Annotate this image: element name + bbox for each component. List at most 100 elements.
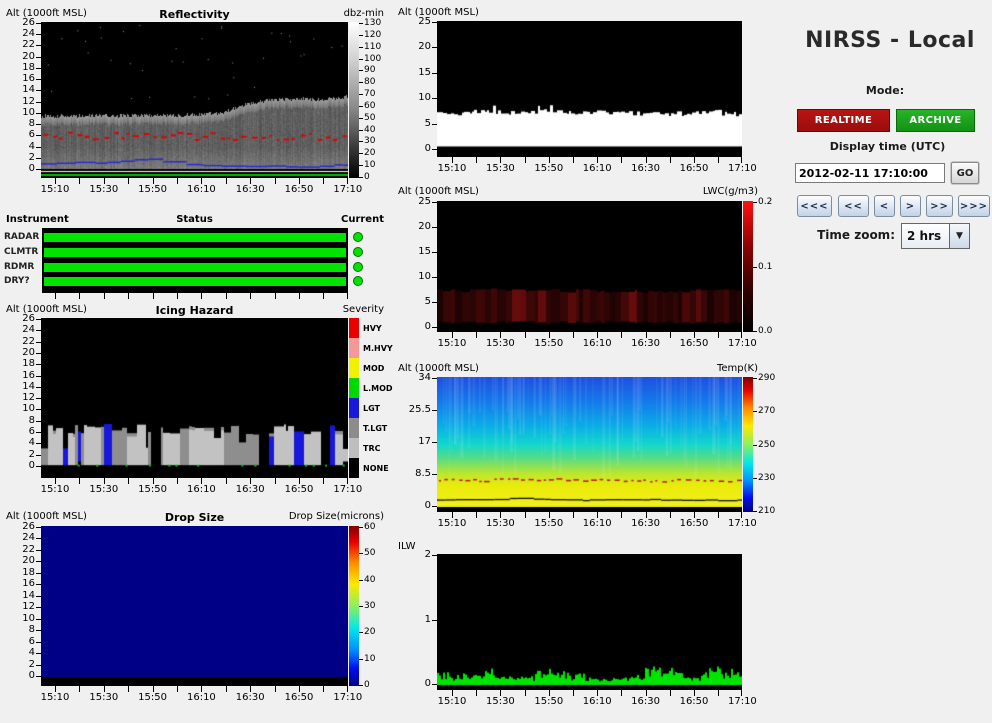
nav-button-3[interactable]: < [874,195,895,217]
y-tick-label: 16 [22,578,35,590]
colorbar-tick [359,70,363,72]
colorbar-tick-label: 0.0 [758,326,773,336]
colorbar-tick-label: 60 [364,522,376,532]
y-tick-label: 0 [28,163,35,174]
severity-segment [349,398,359,418]
x-tick [128,686,130,692]
x-tick [573,512,574,518]
y-tick-label: 2 [424,549,431,560]
y-tick-label: 25 [418,196,431,207]
x-tick [201,293,203,299]
x-tick-label: 16:10 [186,692,216,703]
display-time-input[interactable] [795,163,945,183]
chevron-down-icon[interactable]: ▼ [949,224,969,248]
status-indicator [353,232,363,242]
x-tick [274,686,276,692]
y-tick-label: 12 [22,601,35,613]
nav-button-6[interactable]: >>> [958,195,990,217]
colorbar-tick-label: 230 [758,472,776,483]
x-tick-label: 16:10 [186,184,216,195]
nav-button-4[interactable]: > [900,195,921,217]
x-tick-label: 15:50 [534,338,564,349]
y-tick-label: 20 [418,41,431,53]
y-tick-label: 0 [424,143,431,154]
severity-segment [349,378,359,398]
y-tick-label: 16 [22,73,35,85]
y-tick-label: 10 [418,271,431,282]
nav-button-2[interactable]: << [838,195,869,217]
x-tick-label: 16:30 [631,163,660,174]
x-tick [128,478,130,484]
go-button[interactable]: GO [951,162,979,184]
x-tick-label: 15:50 [138,484,167,495]
y-tick-label: 1 [424,613,431,625]
severity-segment [349,438,359,458]
x-tick [299,293,300,299]
status-bar [44,262,346,272]
x-tick-label: 16:30 [235,692,265,703]
nav-button-1[interactable]: <<< [797,195,832,217]
x-tick [347,293,348,299]
colorbar [349,526,359,686]
cloud-plot [437,21,742,157]
x-tick [718,332,720,338]
colorbar-tick [359,606,363,607]
x-tick [152,293,154,299]
x-tick-label: 16:50 [284,484,314,495]
nav-button-5[interactable]: >> [926,195,953,217]
colorbar-tick-label: 290 [758,373,776,383]
x-tick-label: 16:10 [582,696,612,707]
y-tick-label: 5 [424,117,431,129]
realtime-button[interactable]: REALTIME [797,109,890,132]
y-tick-label: 26 [22,17,35,28]
y-tick-label: 26 [22,521,35,532]
x-tick [274,478,276,484]
colorbar-tick-label: 10 [364,160,376,171]
colorbar-tick-label: 80 [364,77,376,88]
x-tick-label: 17:10 [333,692,363,703]
y-tick-label: 24 [22,532,35,544]
colorbar-tick-label: 30 [364,601,376,611]
x-tick [621,690,623,696]
colorbar-tick-label: 270 [758,406,776,417]
x-tick [524,512,526,518]
lwc-plot [437,201,742,332]
colorbar-tick [753,477,757,479]
y-tick-label: 10 [22,106,35,118]
y-tick-label: 4 [28,437,35,449]
x-tick-label: 16:10 [582,338,612,349]
severity-segment [349,358,359,378]
severity-colorbar [349,318,359,478]
x-tick [323,178,325,184]
time-zoom-select[interactable]: 2 hrs ▼ [901,223,970,249]
time-zoom-value: 2 hrs [907,229,942,243]
colorbar-tick [753,511,757,512]
y-tick-label: 2 [28,151,35,163]
x-tick-label: 16:50 [679,518,709,529]
x-tick [128,293,130,299]
colorbar-tick [359,177,363,178]
x-tick [718,690,720,696]
instrument-label: DRY? [4,276,30,287]
x-tick [573,332,574,338]
colorbar-tick [753,378,757,379]
x-tick-label: 16:50 [679,338,709,349]
x-tick-label: 15:30 [485,163,515,174]
x-tick [225,293,227,299]
colorbar-tick-label: 70 [364,89,376,100]
y-tick-label: 22 [22,543,35,555]
archive-button[interactable]: ARCHIVE [896,109,975,132]
x-tick [524,157,526,163]
x-tick-label: 16:50 [284,184,314,195]
x-tick [573,157,574,163]
y-tick-label: 6 [28,426,35,438]
display-time-label: Display time (UTC) [829,140,946,153]
colorbar-tick [359,46,363,48]
x-tick [476,512,478,518]
y-tick-label: 14 [22,84,35,96]
status-header: Status [176,214,213,225]
colorbar-tick-label: 60 [364,100,376,111]
x-tick-label: 17:10 [333,184,363,195]
x-tick-label: 15:10 [40,484,70,495]
colorbar-tick-label: 0 [364,172,370,182]
